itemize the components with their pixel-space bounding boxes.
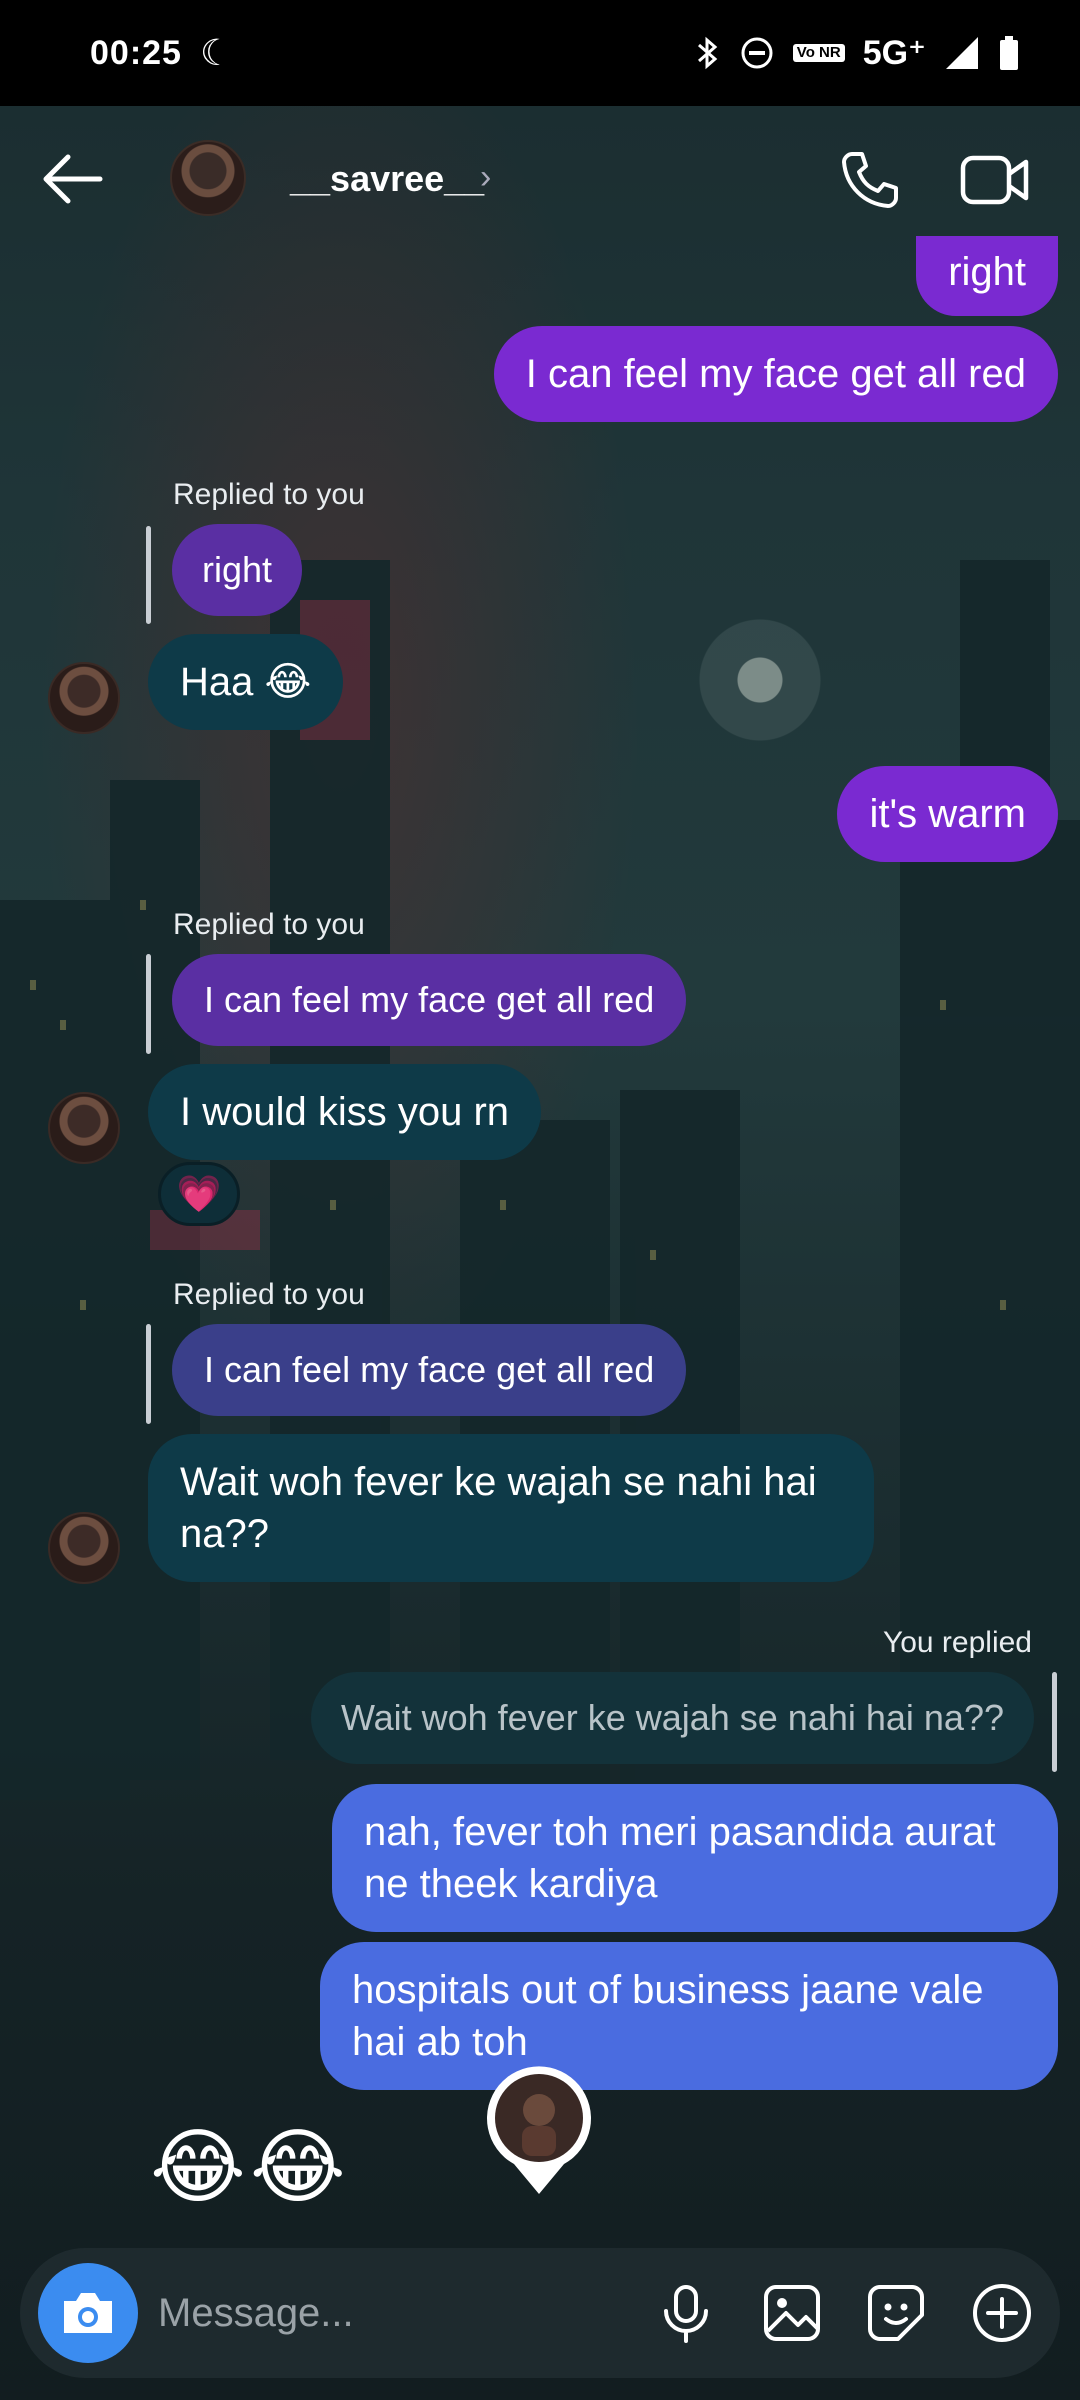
chevron-right-icon[interactable]: › [480, 158, 491, 197]
emoji-text: 😂😂 [150, 2122, 350, 2213]
reply-indicator-line [146, 526, 151, 624]
message-bubble-received[interactable]: Haa 😂 [148, 634, 344, 730]
quoted-message[interactable]: Wait woh fever ke wajah se nahi hai na?? [310, 1672, 1034, 1764]
network-type: 5G⁺ [862, 34, 926, 72]
volte-badge: Vo NR [792, 44, 845, 62]
status-time: 00:25 [90, 33, 182, 72]
replied-to-you-label: Replied to you [173, 478, 365, 511]
message-bubble-sent[interactable]: nah, fever toh meri pasandida aurat ne t… [332, 1784, 1058, 1932]
contact-avatar[interactable] [170, 140, 246, 216]
phone-icon[interactable] [840, 150, 900, 210]
seen-avatar-indicator [487, 2066, 591, 2194]
message-text: I can feel my face get all red [525, 352, 1026, 396]
quoted-message[interactable]: right [172, 524, 303, 616]
quoted-message[interactable]: I can feel my face get all red [172, 954, 687, 1046]
message-bubble-sent[interactable]: I can feel my face get all red [493, 326, 1058, 422]
message-text: I would kiss you rn [180, 1090, 510, 1134]
message-text: hospitals out of business jaane vale hai… [352, 1968, 984, 2064]
message-text: nah, fever toh meri pasandida aurat ne t… [364, 1810, 996, 1906]
message-bubble-received[interactable]: Wait woh fever ke wajah se nahi hai na?? [148, 1434, 874, 1582]
signal-icon [946, 37, 978, 69]
contact-avatar-small[interactable] [48, 1092, 120, 1164]
video-camera-icon[interactable] [960, 150, 1030, 210]
reply-indicator-line [1052, 1672, 1057, 1772]
quoted-text: I can feel my face get all red [204, 979, 655, 1020]
battery-icon [1000, 36, 1018, 70]
reaction-emoji: 💗 [176, 1173, 222, 1214]
sticker-icon[interactable] [864, 2281, 928, 2345]
quoted-text: I can feel my face get all red [204, 1349, 655, 1390]
bluetooth-icon [697, 36, 718, 70]
you-replied-label: You replied [882, 1626, 1032, 1659]
message-input[interactable] [158, 2283, 638, 2343]
contact-avatar-small[interactable] [48, 1512, 120, 1584]
chat-header: __savree__ › [0, 106, 1080, 252]
quoted-message[interactable]: I can feel my face get all red [172, 1324, 687, 1416]
message-bubble-sent[interactable]: right [916, 236, 1058, 316]
plus-icon[interactable] [970, 2281, 1034, 2345]
message-text: Haa 😂 [180, 660, 312, 704]
status-bar: 00:25 ☾ Vo NR 5G⁺ [0, 0, 1080, 106]
replied-to-you-label: Replied to you [173, 908, 365, 941]
reaction-heart-icon[interactable]: 💗 [158, 1162, 240, 1226]
dnd-icon [741, 37, 773, 69]
message-text: Wait woh fever ke wajah se nahi hai na?? [180, 1460, 817, 1556]
emoji-message[interactable]: 😂😂 [150, 2120, 350, 2215]
message-text: it's warm [869, 792, 1026, 836]
message-composer [20, 2248, 1060, 2378]
camera-button[interactable] [38, 2263, 138, 2363]
camera-icon [64, 2293, 112, 2333]
reply-indicator-line [146, 1324, 151, 1424]
quoted-text: Wait woh fever ke wajah se nahi hai na?? [340, 1697, 1004, 1738]
quoted-text: right [202, 549, 273, 590]
back-arrow-icon[interactable] [40, 152, 104, 206]
gallery-icon[interactable] [760, 2281, 824, 2345]
message-bubble-sent[interactable]: hospitals out of business jaane vale hai… [320, 1942, 1058, 2090]
contact-avatar-small[interactable] [48, 662, 120, 734]
message-bubble-received[interactable]: I would kiss you rn [148, 1064, 542, 1160]
contact-name[interactable]: __savree__ [290, 158, 484, 200]
microphone-icon[interactable] [654, 2281, 718, 2345]
moon-icon: ☾ [199, 32, 233, 73]
message-bubble-sent[interactable]: it's warm [837, 766, 1058, 862]
replied-to-you-label: Replied to you [173, 1278, 365, 1311]
message-text: right [948, 250, 1026, 294]
reply-indicator-line [146, 954, 151, 1054]
